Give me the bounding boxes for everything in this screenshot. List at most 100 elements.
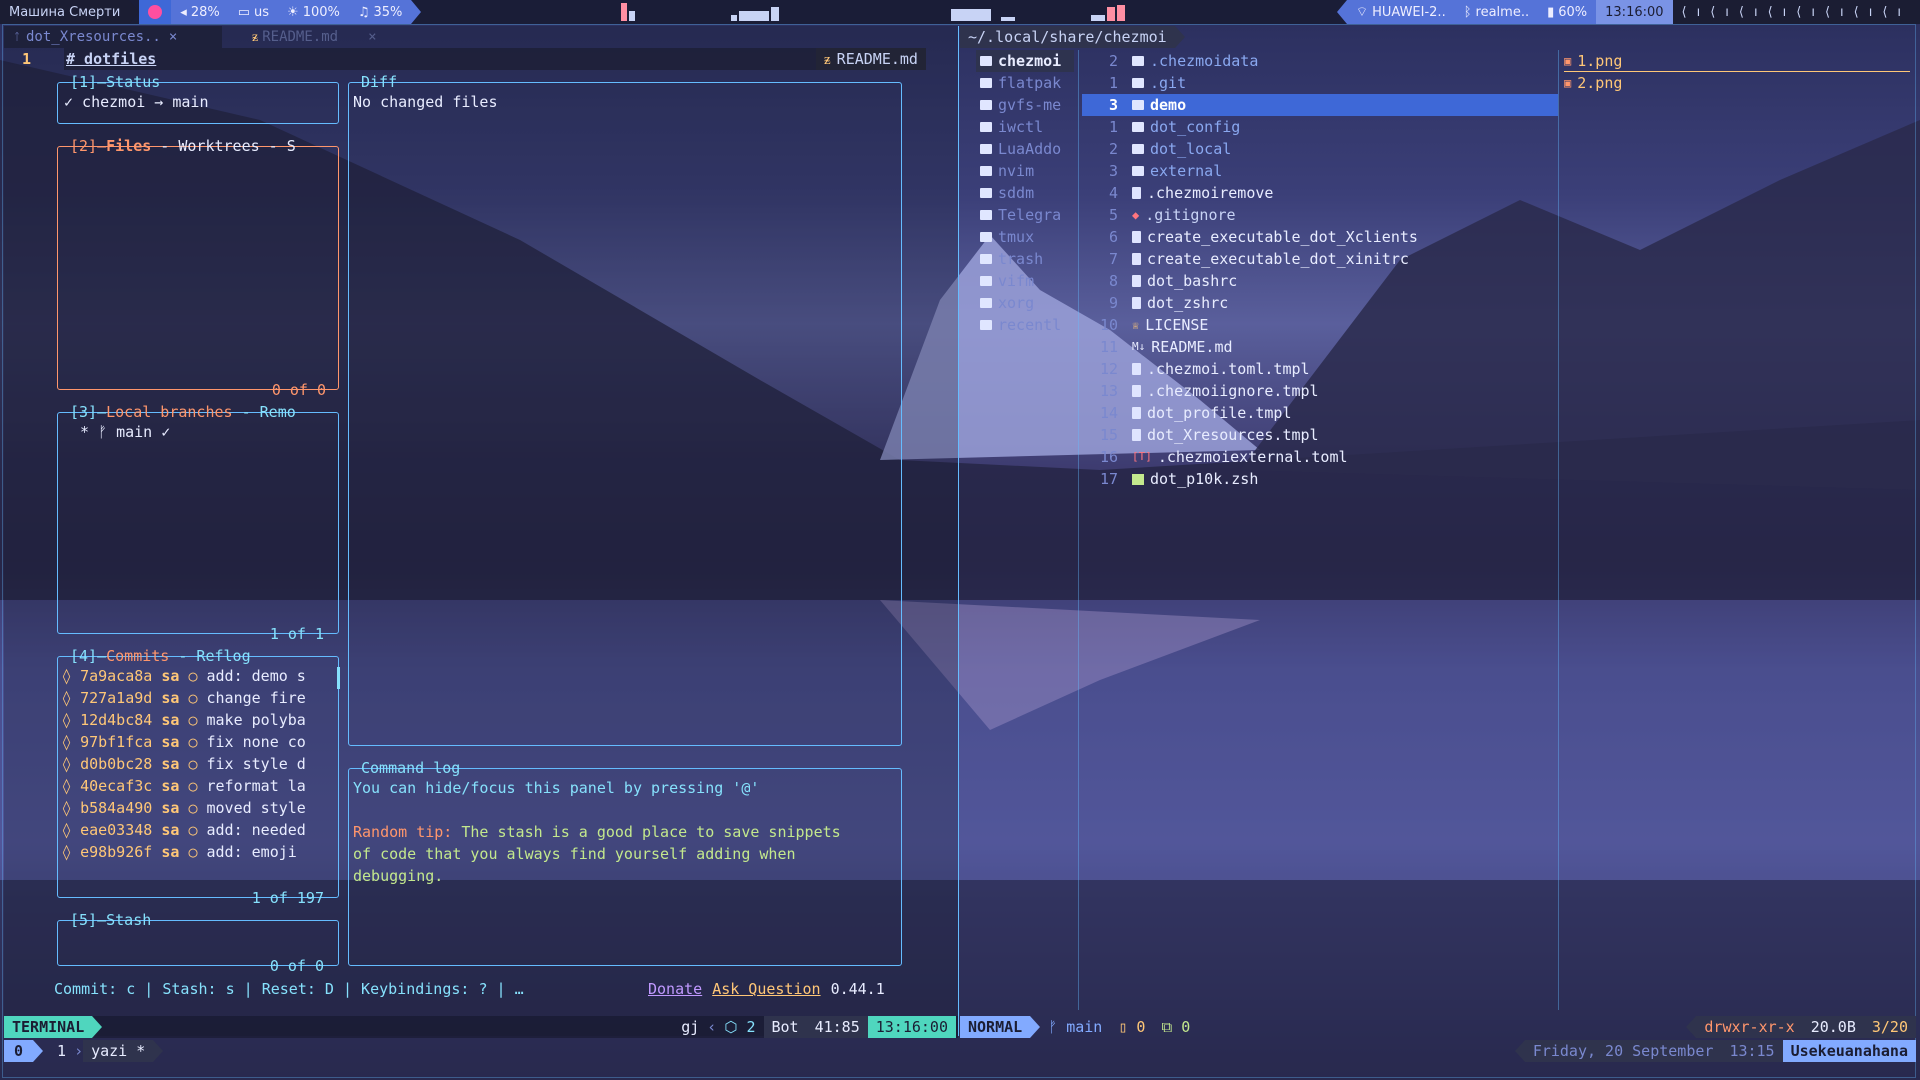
commits-panel[interactable]: [4]–Commits - Reflog ◊ 7a9aca8a sa ○ add… xyxy=(57,647,340,907)
file-item[interactable]: 17 dot_p10k.zsh xyxy=(1082,468,1558,490)
reflog-tab[interactable]: - Reflog xyxy=(169,647,250,665)
commit-author: sa xyxy=(161,843,180,861)
folder-icon xyxy=(980,320,992,330)
files-tab[interactable]: Files xyxy=(106,137,151,155)
branches-panel[interactable]: [3]–Local branches - Remo * ᚠ main ✓ 1 o… xyxy=(57,403,339,643)
relative-line-number: 17 xyxy=(1099,470,1118,488)
files-panel-title: [2]–Files - Worktrees - S xyxy=(68,137,298,155)
volume-indicator[interactable]: ◂ 28% xyxy=(171,0,229,24)
worktrees-tab[interactable]: - Worktrees - S xyxy=(151,137,295,155)
file-item[interactable]: 11 M↓ README.md xyxy=(1082,336,1558,358)
parent-dir-item[interactable]: LuaAddo xyxy=(976,138,1074,160)
file-item[interactable]: 1 dot_config xyxy=(1082,116,1558,138)
file-item[interactable]: 14 dot_profile.tmpl xyxy=(1082,402,1558,424)
branch-item[interactable]: * ᚠ main ✓ xyxy=(58,421,338,443)
tmux-window-index[interactable]: 1 xyxy=(43,1040,74,1062)
parent-dir-item[interactable]: Telegra xyxy=(976,204,1074,226)
file-item[interactable]: 5 ◆ .gitignore xyxy=(1082,204,1558,226)
bluetooth-indicator[interactable]: ᛒ realme.. xyxy=(1454,0,1539,24)
tab-close-button[interactable]: × xyxy=(368,29,376,45)
file-item[interactable]: 9 dot_zshrc xyxy=(1082,292,1558,314)
parent-dir-item[interactable]: recentl xyxy=(976,314,1074,336)
file-item[interactable]: 10 ♕ LICENSE xyxy=(1082,314,1558,336)
battery-indicator[interactable]: ▮ 60% xyxy=(1538,0,1597,24)
parent-dir-name: sddm xyxy=(998,184,1035,202)
file-item[interactable]: 3 demo xyxy=(1082,94,1558,116)
command-log-panel[interactable]: Command log You can hide/focus this pane… xyxy=(348,759,902,966)
parent-dir-item[interactable]: gvfs-me xyxy=(976,94,1074,116)
relative-line-number: 14 xyxy=(1099,404,1118,422)
commit-row[interactable]: ◊ 12d4bc84 sa ○ make polyba xyxy=(62,709,338,731)
workspace-label[interactable]: Машина Смерти xyxy=(0,0,130,24)
parent-dir-item[interactable]: iwctl xyxy=(976,116,1074,138)
commit-row[interactable]: ◊ e98b926f sa ○ add: emoji xyxy=(62,841,338,863)
markdown-icon: M↓ xyxy=(1132,340,1146,353)
tmux-window-name[interactable]: yazi * xyxy=(83,1040,154,1062)
file-item[interactable]: 7 create_executable_dot_xinitrc xyxy=(1082,248,1558,270)
stash-panel[interactable]: [5]–Stash 0 of 0 xyxy=(57,911,339,975)
brightness-indicator[interactable]: ☀ 100% xyxy=(278,0,349,24)
donate-link[interactable]: Donate xyxy=(648,980,702,998)
commit-row[interactable]: ◊ 40ecaf3c sa ○ reformat la xyxy=(62,775,338,797)
file-item[interactable]: 2 dot_local xyxy=(1082,138,1558,160)
commit-row[interactable]: ◊ d0b0bc28 sa ○ fix style d xyxy=(62,753,338,775)
file-item[interactable]: 4 .chezmoiremove xyxy=(1082,182,1558,204)
editor-line[interactable]: 1 # dotfiles ᵶ README.md xyxy=(4,48,958,70)
separator-icon: ‹ xyxy=(707,1018,717,1036)
relative-line-number: 2 xyxy=(1108,52,1118,70)
parent-dir-item[interactable]: trash xyxy=(976,248,1074,270)
files-panel[interactable]: [2]–Files - Worktrees - S 0 of 0 xyxy=(57,137,339,399)
file-item[interactable]: 15 dot_Xresources.tmpl xyxy=(1082,424,1558,446)
commit-row[interactable]: ◊ 97bf1fca sa ○ fix none co xyxy=(62,731,338,753)
commit-row[interactable]: ◊ 7a9aca8a sa ○ add: demo s xyxy=(62,665,338,687)
commits-scrollbar[interactable] xyxy=(337,667,340,689)
folder-icon xyxy=(980,188,992,198)
parent-dir-item[interactable]: chezmoi xyxy=(976,50,1074,72)
tab-dot-xresources[interactable]: ᛏ dot_Xresources.. × xyxy=(4,26,222,48)
tip-text-2: of code that you always find yourself ad… xyxy=(353,845,796,863)
commit-row[interactable]: ◊ eae03348 sa ○ add: needed xyxy=(62,819,338,841)
music-indicator[interactable]: ♫ 35% xyxy=(348,0,412,24)
commit-row[interactable]: ◊ b584a490 sa ○ moved style xyxy=(62,797,338,819)
file-icon xyxy=(1132,297,1141,309)
app-indicator[interactable] xyxy=(139,0,172,24)
file-item[interactable]: 13 .chezmoiignore.tmpl xyxy=(1082,380,1558,402)
file-item[interactable]: 12 .chezmoi.toml.tmpl xyxy=(1082,358,1558,380)
tab-close-button[interactable]: × xyxy=(169,29,177,45)
ask-question-link[interactable]: Ask Question xyxy=(712,980,820,998)
commit-row[interactable]: ◊ 727a1a9d sa ○ change fire xyxy=(62,687,338,709)
clock[interactable]: 13:16:00 xyxy=(1596,0,1673,24)
diff-panel[interactable]: Diff No changed files xyxy=(348,73,902,746)
file-item[interactable]: 1 .git xyxy=(1082,72,1558,94)
keyboard-layout[interactable]: ▭ us xyxy=(228,0,279,24)
brightness-value: 100% xyxy=(302,4,340,20)
preview-item[interactable]: ▣ 1.png xyxy=(1564,50,1910,72)
preview-item[interactable]: ▣ 2.png xyxy=(1564,72,1910,94)
file-item[interactable]: 8 dot_bashrc xyxy=(1082,270,1558,292)
tmux-session[interactable]: 0 xyxy=(4,1040,34,1062)
parent-dir-item[interactable]: sddm xyxy=(976,182,1074,204)
parent-dir-item[interactable]: tmux xyxy=(976,226,1074,248)
local-branches-tab[interactable]: Local branches xyxy=(106,403,232,421)
file-item[interactable]: 2 .chezmoidata xyxy=(1082,50,1558,72)
status-panel[interactable]: [1]–Status ✓ chezmoi → main xyxy=(57,73,339,124)
window-split-divider[interactable] xyxy=(958,26,959,1036)
license-icon: ♕ xyxy=(1132,318,1140,332)
commit-message: add: needed xyxy=(206,821,306,839)
parent-dir-item[interactable]: flatpak xyxy=(976,72,1074,94)
commits-tab[interactable]: Commits xyxy=(106,647,169,665)
parent-dir-item[interactable]: xorg xyxy=(976,292,1074,314)
tab-readme[interactable]: ᵶ README.md × xyxy=(222,26,422,48)
commit-message: moved style xyxy=(206,799,306,817)
file-item[interactable]: 3 external xyxy=(1082,160,1558,182)
tray-icons[interactable]: ⟨ı⟨ı⟨ı⟨ı⟨ı⟨ı⟨ı⟨ı xyxy=(1672,0,1920,24)
commit-hash: 12d4bc84 xyxy=(80,711,153,729)
parent-dir-item[interactable]: nvim xyxy=(976,160,1074,182)
tab-label: README.md xyxy=(262,29,339,45)
file-size: 20.0B xyxy=(1802,1016,1864,1038)
file-item[interactable]: 6 create_executable_dot_Xclients xyxy=(1082,226,1558,248)
file-item[interactable]: 16 [T] .chezmoiexternal.toml xyxy=(1082,446,1558,468)
wifi-indicator[interactable]: ⌔ HUAWEI-2.. xyxy=(1346,0,1455,24)
remotes-tab[interactable]: - Remo xyxy=(233,403,296,421)
parent-dir-item[interactable]: vifm xyxy=(976,270,1074,292)
